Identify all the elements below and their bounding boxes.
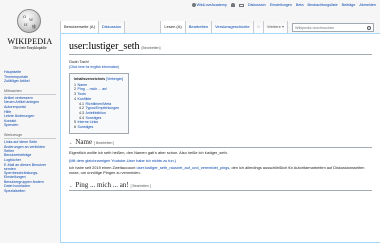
preferences-link[interactable]: Einstellungen <box>270 3 292 7</box>
tab-read[interactable]: Lesen (A) <box>160 21 185 33</box>
section-heading-ping[interactable]: ⌄ Ping ... mich ... an! [ Bearbeiten ] <box>69 181 372 192</box>
name-paragraph-1: Eigentlich wollte ich seth heißen, den N… <box>69 150 228 156</box>
sidebar-item-aenderungen-verlinkt[interactable]: Änderungen an verlinkten Seiten <box>4 145 56 153</box>
sidebar-item-email-senden[interactable]: E-Mail an diesen Benutzer senden <box>4 163 56 171</box>
toc-entry[interactable]: 6 Sonstiges <box>74 125 123 130</box>
section-toggle-icon[interactable]: ⌄ <box>69 183 72 188</box>
more-menu[interactable]: Weitere <box>263 21 288 33</box>
beta-link[interactable]: Beta <box>296 3 304 7</box>
notices-tray-icon[interactable] <box>238 3 244 7</box>
title-edit-link[interactable]: [Bearbeiten] <box>142 46 161 50</box>
sidebar-navigation: Hauptseite Themenportale Zufälliger Arti… <box>4 70 56 84</box>
user-talk-link[interactable]: Diskussion <box>248 3 266 7</box>
greeting: Gudn Tach! <box>69 59 89 64</box>
tab-user-page[interactable]: Benutzerseite (A) <box>60 21 98 33</box>
section-edit-link[interactable]: [ Bearbeiten ] <box>94 141 114 145</box>
section-heading-name[interactable]: ⌄ Name [ Bearbeiten ] <box>69 138 372 148</box>
english-info-link[interactable]: (Click here for english information) <box>69 65 372 70</box>
section-toggle-icon[interactable]: ⌄ <box>69 140 72 145</box>
sidebar-item-links-auf-diese-seite[interactable]: Links auf diese Seite <box>4 140 56 144</box>
sidebar-mitmachen: Mitmachen Artikel verbessern Neuen Artik… <box>4 89 56 128</box>
toc-list: 1 Name 2 Ping ... mich ... an! 3 Tools 4 Kon… <box>74 83 123 130</box>
name-paragraph-3: Ich habe seit 2019 einen Zweitaccount us… <box>69 165 365 176</box>
search-placeholder: Wikipedia durchsuchen <box>295 25 335 30</box>
search-input[interactable]: Wikipedia durchsuchen <box>292 23 374 32</box>
tab-history[interactable]: Versionsgeschichte <box>211 21 253 33</box>
logo-wordmark: WIKIPEDIA <box>7 37 53 46</box>
view-tabs: Lesen (A) Bearbeiten Versionsgeschichte … <box>160 21 374 33</box>
notifications-bell-icon[interactable] <box>230 3 235 7</box>
sidebar-heading-werkzeuge: Werkzeuge <box>4 133 56 140</box>
second-account-link[interactable]: user:lustiger_seth_rausnet_auf_und_verme… <box>136 165 229 170</box>
watchlist-link[interactable]: Beobachtungsliste <box>308 3 338 7</box>
personal-tools: WikiLoveAcademy Diskussion Einstellungen… <box>191 1 376 9</box>
sidebar-werkzeuge: Werkzeuge Links auf diese Seite Änderung… <box>4 133 56 193</box>
sidebar-item-zufaelliger-artikel[interactable]: Zufälliger Artikel <box>4 79 56 84</box>
search-icon[interactable] <box>367 25 371 30</box>
sidebar-item-logbuecher[interactable]: Logbücher <box>4 158 56 162</box>
sidebar-heading-mitmachen: Mitmachen <box>4 89 56 95</box>
toc-toggle[interactable]: [Verbergen] <box>106 77 123 81</box>
sidebar-item-benutzerbeitraege[interactable]: Benutzerbeiträge <box>4 153 56 157</box>
page-content: user:lustiger_seth [Bearbeiten] Gudn Tac… <box>60 33 380 243</box>
sidebar-item-benutzergruppen[interactable]: Benutzergruppen ändern <box>4 180 56 184</box>
section-edit-link[interactable]: [ Bearbeiten ] <box>131 184 151 188</box>
namespace-tabs: Benutzerseite (A) Diskussion <box>60 21 126 33</box>
table-of-contents: Inhaltsverzeichnis [Verbergen] 1 Name 2 Pi… <box>69 73 130 134</box>
sidebar-item-spezialseiten[interactable]: Spezialseiten <box>4 189 56 193</box>
page-title-text: user:lustiger_seth <box>69 41 140 52</box>
toc-title: Inhaltsverzeichnis <box>74 77 106 81</box>
sidebar-item-sperr-einstellungen[interactable]: Sperrbeschränkungs-Einstellungen <box>4 171 56 179</box>
wikipedia-logo[interactable]: Ω W И 維 WIKIPEDIA Die freie Enzyklopädie <box>0 0 60 68</box>
name-paragraph-2[interactable]: (Mit dem gleichnamigen Youtube-User habe… <box>69 158 372 163</box>
toc-heading: Inhaltsverzeichnis [Verbergen] <box>74 77 123 82</box>
sidebar-item-spenden[interactable]: Spenden <box>4 123 56 128</box>
user-icon <box>191 3 196 7</box>
sidebar: Hauptseite Themenportale Zufälliger Arti… <box>4 70 56 198</box>
user-link[interactable]: WikiLoveAcademy <box>191 3 227 7</box>
tab-discussion[interactable]: Diskussion <box>97 21 126 33</box>
logout-link[interactable]: Abmelden <box>359 3 376 7</box>
contributions-link[interactable]: Beiträge <box>342 3 356 7</box>
logo-tagline: Die freie Enzyklopädie <box>13 46 47 50</box>
tab-edit[interactable]: Bearbeiten <box>184 21 212 33</box>
page-title: user:lustiger_seth [Bearbeiten] <box>69 41 372 55</box>
watch-star-icon[interactable]: ☆ <box>252 21 264 33</box>
puzzle-globe-icon: Ω W И 維 <box>17 9 41 33</box>
sidebar-item-datei-hochladen[interactable]: Datei hochladen <box>4 184 56 188</box>
